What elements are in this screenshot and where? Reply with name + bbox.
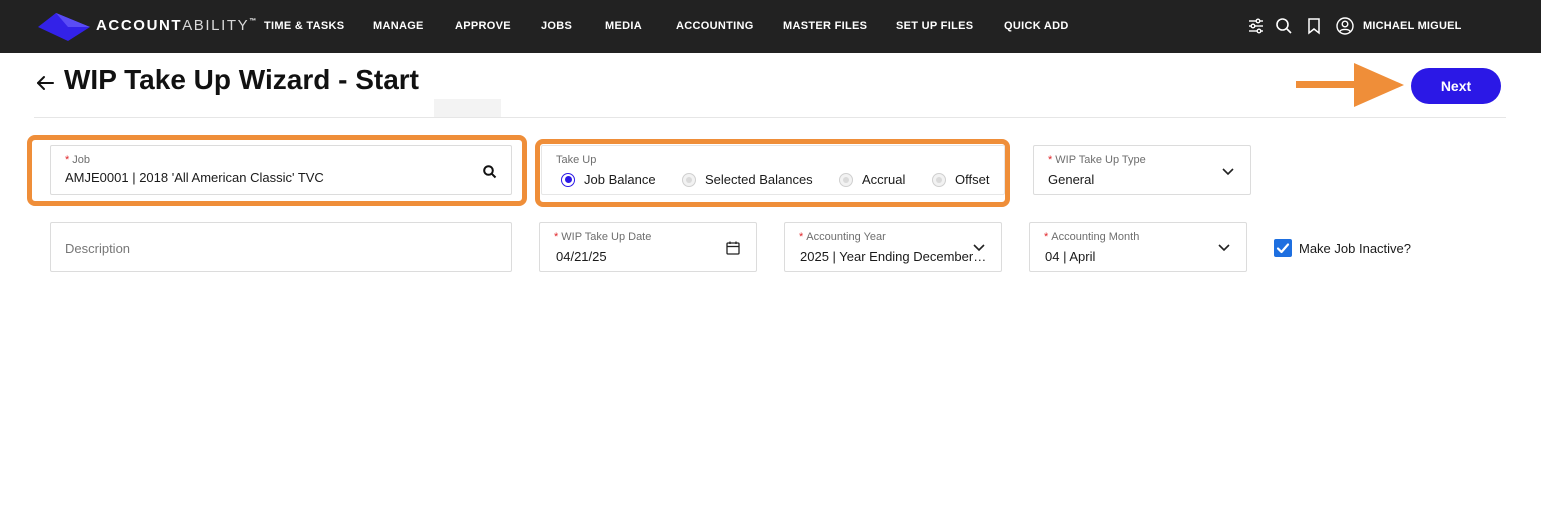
nav-item-quick-add[interactable]: QUICK ADD (1004, 20, 1069, 32)
page-title: WIP Take Up Wizard - Start (64, 64, 419, 95)
nav-item-accounting[interactable]: ACCOUNTING (676, 20, 754, 32)
take-up-radio-group: Take Up Job Balance Selected Balances Ac… (541, 145, 1005, 195)
nav-item-manage[interactable]: MANAGE (373, 20, 424, 32)
accounting-month-select[interactable]: * Accounting Month 04 | April (1029, 222, 1247, 272)
nav-item-jobs[interactable]: JOBS (541, 20, 572, 32)
brand-name: ACCOUNTABILITY™ (96, 17, 257, 34)
wip-take-up-type-label: * WIP Take Up Type (1048, 154, 1146, 166)
header-divider (34, 117, 1506, 118)
chevron-down-icon[interactable] (1216, 239, 1232, 255)
nav-item-media[interactable]: MEDIA (605, 20, 642, 32)
radio-accrual[interactable]: Accrual (839, 172, 905, 187)
chevron-down-icon[interactable] (1220, 163, 1236, 179)
radio-offset[interactable]: Offset (932, 172, 989, 187)
radio-selected-balances-indicator[interactable] (682, 172, 696, 187)
job-label: * Job (65, 154, 91, 166)
radio-selected-balances-label: Selected Balances (705, 172, 813, 187)
radio-accrual-label: Accrual (862, 172, 906, 187)
accounting-year-label: * Accounting Year (799, 231, 886, 243)
faded-tab-placeholder (434, 99, 501, 117)
wip-take-up-date-value: 04/21/25 (556, 249, 607, 264)
description-field[interactable]: Description (50, 222, 512, 272)
accounting-month-value: 04 | April (1045, 249, 1096, 264)
search-icon[interactable] (1275, 17, 1293, 35)
search-icon[interactable] (482, 164, 498, 180)
wip-take-up-type-value: General (1048, 172, 1095, 187)
next-button[interactable]: Next (1411, 68, 1501, 104)
description-placeholder: Description (65, 241, 131, 256)
back-arrow-icon[interactable] (35, 73, 55, 93)
wip-take-up-type-select[interactable]: * WIP Take Up Type General (1033, 145, 1251, 195)
checkmark-icon (1276, 243, 1290, 254)
make-job-inactive-label: Make Job Inactive? (1299, 241, 1412, 256)
make-job-inactive-checkbox[interactable] (1274, 239, 1292, 257)
accounting-year-select[interactable]: * Accounting Year 2025 | Year Ending Dece… (784, 222, 1002, 272)
radio-selected-balances[interactable]: Selected Balances (682, 172, 813, 187)
accounting-year-value: 2025 | Year Ending December 2025 (800, 249, 987, 264)
radio-job-balance-indicator[interactable] (561, 172, 575, 187)
job-input[interactable] (65, 170, 465, 185)
radio-job-balance-label: Job Balance (584, 172, 656, 187)
wip-take-up-date-label: * WIP Take Up Date (554, 231, 652, 243)
top-navigation-bar: ACCOUNTABILITY™ TIME & TASKS MANAGE APPR… (0, 0, 1541, 53)
job-field[interactable]: * Job (50, 145, 512, 195)
take-up-label: Take Up (556, 154, 597, 166)
nav-item-set-up-files[interactable]: SET UP FILES (896, 20, 973, 32)
bookmark-icon[interactable] (1305, 17, 1323, 35)
chevron-down-icon[interactable] (971, 239, 987, 255)
radio-offset-indicator[interactable] (932, 172, 946, 187)
radio-offset-label: Offset (955, 172, 990, 187)
nav-item-time-tasks[interactable]: TIME & TASKS (264, 20, 344, 32)
annotation-arrow-icon (1296, 63, 1404, 107)
filter-sliders-icon[interactable] (1247, 17, 1265, 35)
wip-take-up-date-field[interactable]: * WIP Take Up Date 04/21/25 (539, 222, 757, 272)
nav-item-master-files[interactable]: MASTER FILES (783, 20, 867, 32)
accounting-month-label: * Accounting Month (1044, 231, 1140, 243)
nav-item-approve[interactable]: APPROVE (455, 20, 511, 32)
user-avatar-icon[interactable] (1336, 17, 1354, 35)
accountability-logo-icon[interactable] (38, 13, 90, 41)
calendar-icon[interactable] (725, 240, 741, 256)
radio-job-balance[interactable]: Job Balance (561, 172, 656, 187)
radio-accrual-indicator[interactable] (839, 172, 853, 187)
user-name[interactable]: MICHAEL MIGUEL (1363, 20, 1462, 32)
